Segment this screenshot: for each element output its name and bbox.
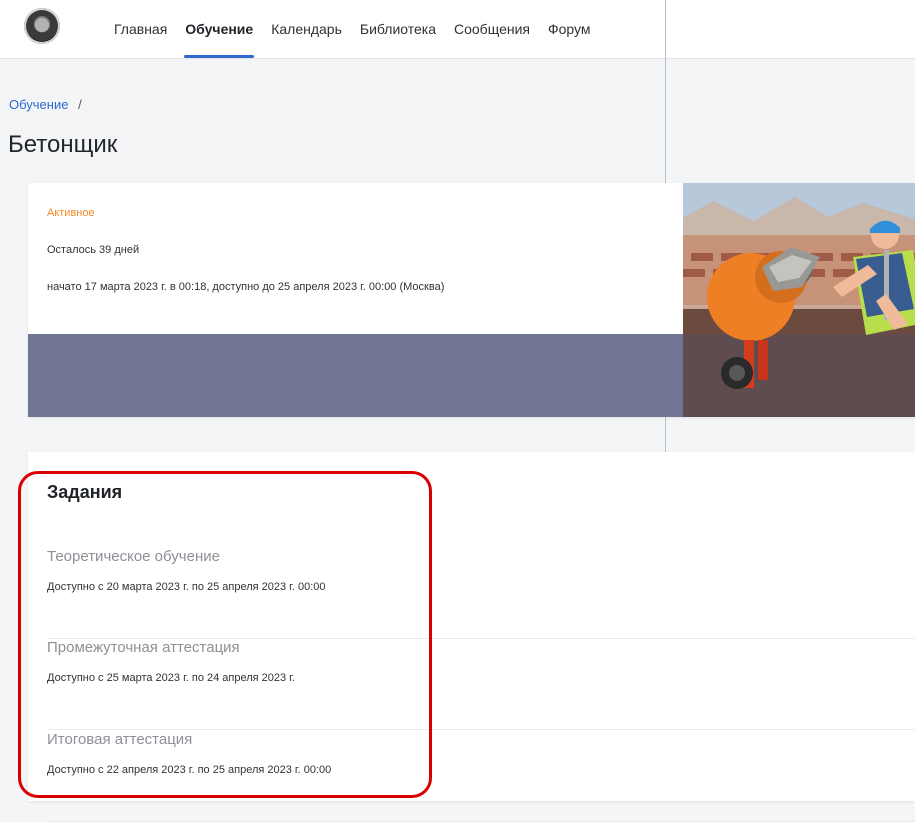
nav-item-forum[interactable]: Форум — [539, 0, 600, 58]
course-remaining-days: Осталось 39 дней — [47, 244, 140, 256]
page-title: Бетонщик — [8, 131, 118, 158]
task-item[interactable]: Промежуточная аттестация Доступно с 25 м… — [47, 639, 915, 730]
task-name: Теоретическое обучение — [47, 548, 220, 565]
course-cover-image — [683, 183, 915, 417]
breadcrumb-learning-link[interactable]: Обучение — [9, 97, 68, 112]
logo-icon[interactable] — [24, 8, 60, 44]
task-date: Доступно с 20 марта 2023 г. по 25 апреля… — [47, 581, 326, 593]
logo-emblem-center — [35, 18, 49, 32]
breadcrumb: Обучение / — [9, 97, 82, 112]
tasks-card: Задания Теоретическое обучение Доступно … — [28, 452, 915, 822]
tasks-title: Задания — [47, 482, 123, 502]
breadcrumb-separator: / — [78, 97, 82, 112]
task-date: Доступно с 25 марта 2023 г. по 24 апреля… — [47, 672, 295, 684]
task-name: Промежуточная аттестация — [47, 639, 240, 656]
nav-item-library[interactable]: Библиотека — [351, 0, 445, 58]
main-nav: Главная Обучение Календарь Библиотека Со… — [105, 0, 600, 58]
nav-item-home[interactable]: Главная — [105, 0, 176, 58]
course-cover-illustration — [683, 183, 915, 417]
top-navigation-bar: Главная Обучение Календарь Библиотека Со… — [0, 0, 915, 59]
nav-item-calendar[interactable]: Календарь — [262, 0, 351, 58]
task-name: Итоговая аттестация — [47, 731, 193, 748]
course-status: Активное — [47, 207, 95, 219]
course-card[interactable]: Активное Осталось 39 дней начато 17 март… — [28, 183, 915, 417]
nav-item-learning[interactable]: Обучение — [176, 0, 262, 58]
task-item[interactable]: Теоретическое обучение Доступно с 20 мар… — [47, 548, 915, 639]
course-dates: начато 17 марта 2023 г. в 00:18, доступн… — [47, 281, 445, 293]
task-date: Доступно с 22 апреля 2023 г. по 25 апрел… — [47, 764, 332, 776]
nav-item-messages[interactable]: Сообщения — [445, 0, 539, 58]
task-item[interactable]: Итоговая аттестация Доступно с 22 апреля… — [47, 731, 915, 822]
